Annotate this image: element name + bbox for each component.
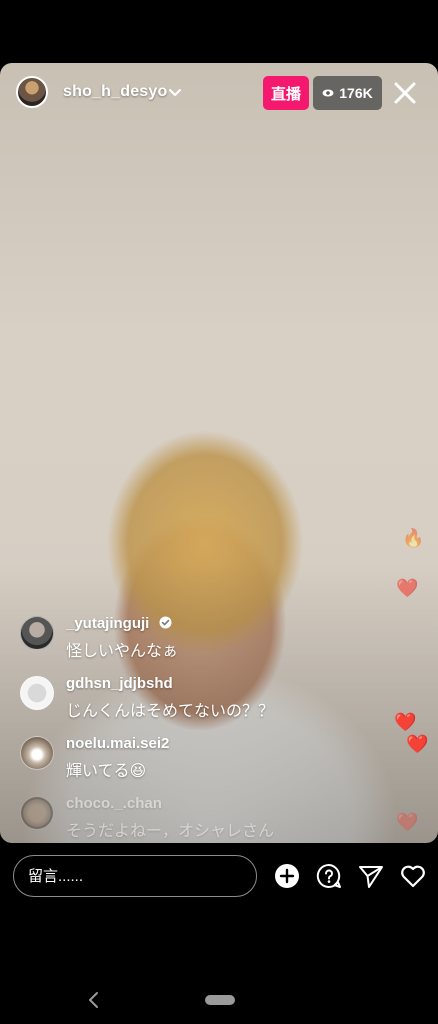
comment-item: _yutajinguji 怪しいやんなぁ xyxy=(20,612,350,672)
live-badge: 直播 xyxy=(263,76,309,110)
chevron-down-icon[interactable] xyxy=(167,84,183,100)
comment-text: 怪しいやんなぁ xyxy=(66,643,179,660)
back-nav-icon[interactable] xyxy=(86,990,102,1010)
heart-icon[interactable] xyxy=(400,863,426,889)
host-avatar[interactable] xyxy=(16,76,48,108)
live-header: sho_h_desyo 直播 176K xyxy=(0,63,438,123)
comment-avatar[interactable] xyxy=(20,796,54,830)
heart-reaction-icon: ❤️ xyxy=(394,712,417,732)
viewer-count: 176K xyxy=(339,85,373,101)
verified-icon xyxy=(159,616,172,629)
eye-icon xyxy=(322,89,334,97)
fire-reaction-icon: 🔥 xyxy=(402,528,425,548)
floating-reactions: 🔥 ❤️ ❤️ ❤️ ❤️ xyxy=(378,520,438,840)
send-icon[interactable] xyxy=(358,863,384,889)
viewer-count-badge[interactable]: 176K xyxy=(313,76,382,110)
comment-username[interactable]: noelu.mai.sei2 xyxy=(66,735,169,752)
heart-reaction-icon: ❤️ xyxy=(396,812,419,832)
question-icon[interactable] xyxy=(316,863,342,889)
comment-username[interactable]: choco._.chan xyxy=(66,795,162,812)
comment-username[interactable]: _yutajinguji xyxy=(66,615,172,632)
system-nav-bar xyxy=(0,980,438,1024)
comment-avatar[interactable] xyxy=(20,736,54,770)
comment-avatar[interactable] xyxy=(20,676,54,710)
comment-text: 輝いてる😆 xyxy=(66,763,147,780)
comment-item: noelu.mai.sei2 輝いてる😆 xyxy=(20,732,350,792)
comment-item: gdhsn_jdjbshd じんくんはそめてないの？？ xyxy=(20,672,350,732)
heart-reaction-icon: ❤️ xyxy=(396,578,419,598)
comment-username-text: _yutajinguji xyxy=(66,615,150,632)
comment-item: choco._.chan そうだよねー，オシャレさん xyxy=(20,792,350,852)
host-username[interactable]: sho_h_desyo xyxy=(63,83,167,101)
comment-avatar[interactable] xyxy=(20,616,54,650)
comment-input[interactable] xyxy=(13,855,257,897)
comment-username[interactable]: gdhsn_jdjbshd xyxy=(66,675,173,692)
bottom-action-bar xyxy=(0,850,438,906)
close-icon[interactable] xyxy=(391,79,419,107)
add-icon[interactable] xyxy=(274,863,300,889)
heart-reaction-icon: ❤️ xyxy=(406,734,429,754)
home-nav-pill[interactable] xyxy=(205,995,235,1005)
comment-text: そうだよねー，オシャレさん xyxy=(66,823,275,840)
comment-feed: _yutajinguji 怪しいやんなぁ gdhsn_jdjbshd じんくんは… xyxy=(20,612,350,852)
comment-text: じんくんはそめてないの？？ xyxy=(66,703,275,720)
